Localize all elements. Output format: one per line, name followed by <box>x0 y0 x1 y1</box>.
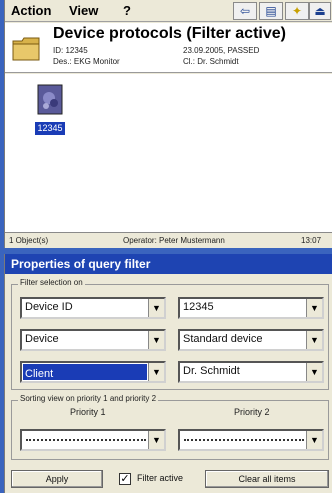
filter-field-select-3[interactable]: Client ▼ <box>20 361 166 383</box>
filter-value-select-1[interactable]: 12345 ▼ <box>178 297 324 319</box>
filter-value: 12345 <box>183 301 214 313</box>
file-list: 12345 <box>5 74 332 232</box>
filter-active-checkbox[interactable]: ✓ <box>119 473 131 485</box>
device-protocols-window: Action View ? ⇦ ▤ ✦ ⏏ Device protocols (… <box>4 0 332 248</box>
filter-field-value: Device <box>25 333 59 345</box>
empty-selection <box>184 439 304 441</box>
dialog-title: Properties of query filter <box>5 254 332 274</box>
empty-selection <box>26 439 146 441</box>
filter-field-value: Device ID <box>25 301 73 313</box>
chevron-down-icon[interactable]: ▼ <box>306 299 322 317</box>
page-title: Device protocols (Filter active) <box>53 25 286 42</box>
printer-icon[interactable]: ▤ <box>259 2 283 20</box>
operator-text: Operator: Peter Mustermann <box>123 236 225 245</box>
menu-view[interactable]: View <box>69 3 98 18</box>
filter-value-select-3[interactable]: Dr. Schmidt ▼ <box>178 361 324 383</box>
id-line: ID: 12345 <box>53 46 88 55</box>
priority-2-select[interactable]: ▼ <box>178 429 324 451</box>
protocol-document-icon <box>37 84 63 115</box>
apply-button[interactable]: Apply <box>11 470 103 488</box>
filter-field-select-2[interactable]: Device ▼ <box>20 329 166 351</box>
filter-field-select-1[interactable]: Device ID ▼ <box>20 297 166 319</box>
menubar: Action View ? ⇦ ▤ ✦ ⏏ <box>5 0 332 22</box>
object-count: 1 Object(s) <box>9 236 49 245</box>
filter-field-value: Client <box>25 368 54 380</box>
date-status-line: 23.09.2005, PASSED <box>183 46 260 55</box>
filter-value: Standard device <box>183 333 263 345</box>
selected-highlight: Client <box>23 364 147 380</box>
chevron-down-icon[interactable]: ▼ <box>148 363 164 381</box>
clock-time: 13:07 <box>301 236 322 245</box>
priority-1-select[interactable]: ▼ <box>20 429 166 451</box>
filter-active-label: Filter active <box>137 473 184 483</box>
description-line: Des.: EKG Monitor <box>53 57 120 66</box>
status-bar: 1 Object(s) Operator: Peter Mustermann 1… <box>5 232 332 248</box>
chevron-down-icon[interactable]: ▼ <box>306 363 322 381</box>
sorting-group: Sorting view on priority 1 and priority … <box>11 394 329 460</box>
query-filter-dialog: Properties of query filter Filter select… <box>4 254 332 493</box>
chevron-down-icon[interactable]: ▼ <box>306 431 322 449</box>
screen: Action View ? ⇦ ▤ ✦ ⏏ Device protocols (… <box>0 0 332 493</box>
folder-icon <box>12 37 40 61</box>
filter-group-label: Filter selection on <box>18 278 85 287</box>
tool-icon[interactable]: ✦ <box>285 2 309 20</box>
filter-value: Dr. Schmidt <box>183 365 240 377</box>
priority-2-label: Priority 2 <box>234 407 270 417</box>
priority-1-label: Priority 1 <box>70 407 106 417</box>
chevron-down-icon[interactable]: ▼ <box>306 331 322 349</box>
chevron-down-icon[interactable]: ▼ <box>148 331 164 349</box>
menu-action[interactable]: Action <box>11 3 51 18</box>
item-label: 12345 <box>35 122 65 135</box>
menu-help[interactable]: ? <box>123 3 131 18</box>
chevron-down-icon[interactable]: ▼ <box>148 299 164 317</box>
filter-value-select-2[interactable]: Standard device ▼ <box>178 329 324 351</box>
client-line: Cl.: Dr. Schmidt <box>183 57 239 66</box>
filter-selection-group: Filter selection on Device ID ▼ 12345 ▼ … <box>11 278 329 390</box>
chevron-down-icon[interactable]: ▼ <box>148 431 164 449</box>
clear-all-button[interactable]: Clear all items <box>205 470 329 488</box>
sort-group-label: Sorting view on priority 1 and priority … <box>18 394 159 403</box>
back-arrow-icon[interactable]: ⇦ <box>233 2 257 20</box>
protocol-header: Device protocols (Filter active) ID: 123… <box>5 23 332 73</box>
exit-icon[interactable]: ⏏ <box>309 2 331 20</box>
